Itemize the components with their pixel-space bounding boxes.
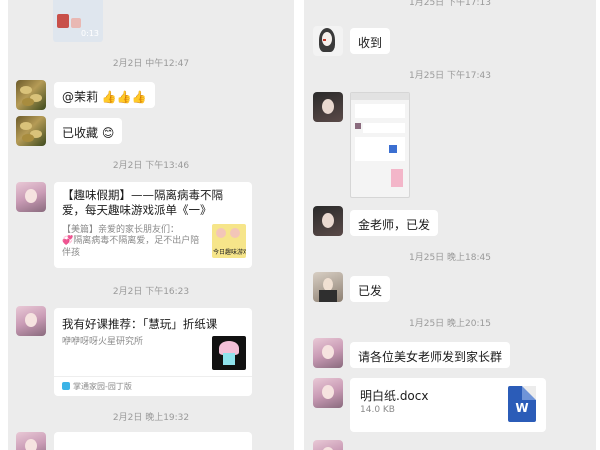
video-thumbnail[interactable]: 0:13 bbox=[53, 0, 103, 42]
teacher-message[interactable]: 金老师，已发 bbox=[350, 210, 439, 236]
message-text: 已发 bbox=[358, 284, 383, 298]
avatar-sketch-woman[interactable] bbox=[313, 26, 343, 56]
screenshot-image[interactable] bbox=[350, 92, 410, 198]
message-text: 已收藏 bbox=[62, 126, 99, 140]
timestamp: 2月2日 晚上19:32 bbox=[112, 413, 190, 423]
avatar-girl[interactable] bbox=[313, 378, 343, 408]
request-message[interactable]: 请各位美女老师发到家长群 bbox=[350, 342, 511, 368]
right-chat-panel: 1月25日 下午17:13 收到 1月25日 下午17:43 金老师，已发 1月… bbox=[304, 0, 596, 450]
avatar-woman-dark[interactable] bbox=[313, 206, 343, 236]
timestamp: 1月25日 下午17:43 bbox=[409, 71, 491, 81]
course-card[interactable]: 我有好课推荐：「慧玩」折纸课 咿咿呀呀火星研究所 掌通家园-园丁版 bbox=[54, 308, 252, 396]
word-icon-letter: W bbox=[515, 401, 529, 415]
sent-message[interactable]: 已发 bbox=[350, 276, 391, 302]
timestamp: 1月25日 晚上20:15 bbox=[409, 319, 491, 329]
file-size: 14.0 KB bbox=[360, 405, 395, 415]
avatar-girl[interactable] bbox=[313, 338, 343, 368]
timestamp: 2月2日 下午16:23 bbox=[112, 287, 190, 297]
source-label: 掌通家园-园丁版 bbox=[73, 382, 132, 391]
timestamp: 1月25日 晚上18:45 bbox=[409, 253, 491, 263]
card-subtitle: 咿咿呀呀火星研究所 bbox=[62, 337, 144, 347]
file-message[interactable]: 明白纸.docx 14.0 KB W bbox=[350, 378, 546, 432]
card-desc-line2: 💞隔离病毒不隔离爱，足不出户陪伴孩 bbox=[62, 236, 200, 258]
card-title: 【趣味假期】——隔离病毒不隔爱，每天趣味游戏派单《一》 bbox=[62, 188, 223, 217]
card-thumbnail: 今日趣味游戏 bbox=[212, 224, 246, 258]
smile-icon: 😊 bbox=[101, 126, 115, 140]
avatar-plant[interactable] bbox=[16, 80, 46, 110]
thumbnail-caption: 今日趣味游戏 bbox=[213, 249, 246, 256]
received-message[interactable]: 收到 bbox=[350, 28, 391, 54]
message-text: 请各位美女老师发到家长群 bbox=[358, 350, 503, 364]
avatar-girl[interactable] bbox=[16, 306, 46, 336]
avatar-plant[interactable] bbox=[16, 116, 46, 146]
word-document-icon: W bbox=[508, 386, 536, 422]
message-text: @茉莉 bbox=[62, 90, 99, 104]
avatar-girl[interactable] bbox=[16, 432, 46, 450]
timestamp: 1月25日 下午17:13 bbox=[409, 0, 491, 8]
card-desc-line1: 【美篇】亲爱的家长朋友们： bbox=[62, 225, 180, 235]
message-text: 金老师，已发 bbox=[358, 218, 431, 232]
avatar-woman-dark[interactable] bbox=[313, 92, 343, 122]
left-chat-panel: 0:13 2月2日 中午12:47 @茉莉 👍👍👍 已收藏 😊 2月2日 下午1… bbox=[8, 0, 294, 450]
timestamp: 2月2日 下午13:46 bbox=[112, 161, 190, 171]
file-name: 明白纸.docx bbox=[360, 389, 429, 403]
saved-message[interactable]: 已收藏 😊 bbox=[54, 118, 123, 144]
mention-message[interactable]: @茉莉 👍👍👍 bbox=[54, 82, 155, 108]
message-text: 收到 bbox=[358, 36, 383, 50]
thumbs-up-icon: 👍👍👍 bbox=[101, 90, 147, 104]
avatar-girl[interactable] bbox=[313, 440, 343, 450]
article-card[interactable]: 【趣味假期】——隔离病毒不隔爱，每天趣味游戏派单《一》 【美篇】亲爱的家长朋友们… bbox=[54, 182, 252, 268]
avatar-man[interactable] bbox=[313, 272, 343, 302]
avatar-girl[interactable] bbox=[16, 182, 46, 212]
source-row: 掌通家园-园丁版 bbox=[62, 381, 132, 392]
partial-card[interactable] bbox=[54, 432, 252, 450]
app-logo-icon bbox=[62, 382, 70, 390]
card-title: 我有好课推荐：「慧玩」折纸课 bbox=[62, 317, 218, 331]
video-duration: 0:13 bbox=[81, 29, 99, 38]
card-thumbnail bbox=[212, 336, 246, 370]
timestamp: 2月2日 中午12:47 bbox=[112, 59, 190, 69]
